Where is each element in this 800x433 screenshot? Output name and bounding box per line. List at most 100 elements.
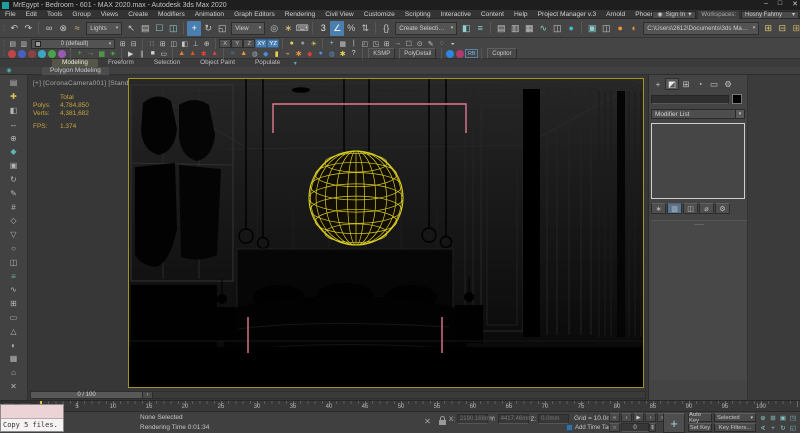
x-coordinate-field[interactable]: 2190.168mm [457, 414, 488, 424]
menu-interactive[interactable]: Interactive [436, 10, 476, 19]
menu-edit[interactable]: Edit [21, 10, 42, 19]
zoom-icon[interactable]: ⊕ [758, 413, 768, 423]
ribbon-tab-selection[interactable]: Selection [144, 59, 190, 67]
select-and-link-icon[interactable]: ∞ [42, 21, 56, 36]
left-tool-4-icon[interactable]: ↔ [2, 117, 26, 131]
frame-spinner[interactable]: ⇕ [649, 423, 656, 432]
yellow-splash-preset-icon[interactable]: ✱ [337, 49, 348, 59]
key-mode-toggle-icon[interactable]: ○ [609, 423, 620, 432]
select-and-move-icon[interactable]: + [187, 21, 201, 36]
toggle-ribbon-icon[interactable]: ▦ [522, 21, 536, 36]
polygon-modeling-panel-tab[interactable]: Polygon Modeling [42, 67, 109, 75]
toolbar-grip[interactable]: ⁞ [3, 39, 5, 48]
splash-preset-icon[interactable]: ✱ [293, 49, 304, 59]
globe-helper-icon[interactable]: ◍ [249, 49, 260, 59]
explosion-preset-icon[interactable]: ✱ [198, 49, 209, 59]
bind-to-space-warp-icon[interactable]: ≈ [70, 21, 84, 36]
cup-liquid-preset-icon[interactable]: ◒ [282, 49, 293, 59]
reference-coordinate-dropdown[interactable]: View▾ [231, 22, 265, 35]
menu-rendering[interactable]: Rendering [280, 10, 320, 19]
pan-view-icon[interactable]: + [768, 423, 778, 433]
open-project-folder-icon[interactable]: ⊟ [775, 21, 789, 36]
create-tab-icon[interactable]: + [651, 78, 665, 90]
large-fire-preset-icon[interactable]: ▲ [187, 49, 198, 59]
set-keys-button[interactable]: + [663, 413, 685, 433]
left-tool-1-icon[interactable]: ▤ [2, 76, 26, 90]
rollout-area[interactable]: ⸺ [651, 220, 747, 380]
keyboard-shortcut-override-icon[interactable]: ⌨ [295, 21, 309, 36]
configure-modifier-sets-icon[interactable]: ⚙ [715, 203, 730, 214]
left-tool-15-icon[interactable]: ≡ [2, 269, 26, 283]
workspace-dropdown[interactable]: Hosny Fahmy ▾ [741, 11, 799, 19]
candle-preset-icon[interactable]: ▮ [271, 49, 282, 59]
maxscript-mini-listener[interactable]: Copy 5 files. [0, 404, 64, 432]
left-tool-18-icon[interactable]: ▭ [2, 311, 26, 325]
sign-in-button[interactable]: ◉ Sign In ▾ [652, 11, 696, 19]
scene-explorer-icon[interactable]: ▤ [494, 21, 508, 36]
left-tool-3-icon[interactable]: ◧ [2, 104, 26, 118]
add-time-tag[interactable]: Add Time Tag [566, 424, 612, 431]
use-pivot-center-icon[interactable]: ◎ [267, 21, 281, 36]
left-tool-20-icon[interactable]: ◐ [2, 338, 26, 352]
rendered-frame-window-icon[interactable]: ◫ [599, 21, 613, 36]
menu-content[interactable]: Content [476, 10, 509, 19]
toolbar-grip[interactable]: ⁞ [3, 49, 5, 58]
mirror-icon[interactable]: ◧ [459, 21, 473, 36]
key-selection-dropdown[interactable]: Selected ▾ [714, 413, 756, 422]
left-tool-16-icon[interactable]: ∿ [2, 283, 26, 297]
phoenix-emit-icon[interactable]: ☀ [107, 49, 118, 59]
time-slider[interactable]: 0 / 100 › [30, 391, 646, 399]
menu-customize[interactable]: Customize [359, 10, 400, 19]
select-by-name-icon[interactable]: ▤ [138, 21, 152, 36]
listener-line[interactable]: Copy 5 files. [1, 419, 63, 432]
align-icon[interactable]: ≡ [473, 21, 487, 36]
viewport-visibility-icon[interactable]: ◉ [4, 67, 14, 74]
motion-tab-icon[interactable]: ◔ [693, 78, 707, 90]
script-sphere-icon[interactable] [446, 50, 454, 58]
unlink-selection-icon[interactable]: ⊗ [56, 21, 70, 36]
project-folder-dropdown[interactable]: C:\Users\2612\Documents\3ds Max 2020▾ [643, 22, 759, 35]
snaps-toggle-3d-icon[interactable]: 3 [316, 21, 330, 36]
sim-pause-icon[interactable]: ∥ [136, 49, 147, 59]
next-frame-icon[interactable]: › [645, 413, 656, 422]
vray-green-icon[interactable] [48, 50, 56, 58]
menu-file[interactable]: File [0, 10, 21, 19]
left-tool-12-icon[interactable]: ▽ [2, 228, 26, 242]
ribbon-tab-object-paint[interactable]: Object Paint [190, 59, 245, 67]
y-coordinate-field[interactable]: 4417.46mm [498, 414, 529, 424]
left-tool-9-icon[interactable]: ✎ [2, 186, 26, 200]
wireframe-sphere-chandelier[interactable] [309, 151, 403, 245]
render-iterative-icon[interactable]: ◐ [627, 21, 641, 36]
copitor-button[interactable]: Copitor [487, 48, 516, 59]
layer-explorer-icon[interactable]: ▥ [508, 21, 522, 36]
vray-cyan-icon[interactable] [38, 50, 46, 58]
menu-modifiers[interactable]: Modifiers [153, 10, 190, 19]
play-animation-icon[interactable]: ▶ [633, 413, 644, 422]
fire-preset-icon[interactable]: ▲ [176, 49, 187, 59]
blood-preset-icon[interactable]: ◆ [304, 49, 315, 59]
orbit-icon[interactable]: ↻ [778, 423, 788, 433]
hierarchy-tab-icon[interactable]: ⊞ [679, 78, 693, 90]
utilities-tab-icon[interactable]: ⚙ [721, 78, 735, 90]
minimize-button[interactable]: – [764, 0, 768, 8]
left-tool-8-icon[interactable]: ↻ [2, 173, 26, 187]
menu-views[interactable]: Views [96, 10, 123, 19]
make-unique-icon[interactable]: ◫ [683, 203, 698, 214]
menu-animation[interactable]: Animation [190, 10, 229, 19]
left-tool-10-icon[interactable]: # [2, 200, 26, 214]
sim-play-icon[interactable]: ▶ [125, 49, 136, 59]
modifier-list-dropdown[interactable]: Modifier List ▾ [651, 109, 745, 119]
go-to-start-icon[interactable]: « [609, 413, 620, 422]
angle-snap-icon[interactable]: ∠ [330, 21, 344, 36]
spinner-snap-icon[interactable]: ⇅ [358, 21, 372, 36]
phoenix-create-icon[interactable]: + [74, 49, 85, 59]
field-of-view-icon[interactable]: ∢ [758, 423, 768, 433]
key-filters-button[interactable]: Key Filters... [714, 423, 756, 432]
menu-civil-view[interactable]: Civil View [320, 10, 358, 19]
left-tool-21-icon[interactable]: ▦ [2, 352, 26, 366]
object-color-swatch[interactable] [732, 94, 742, 104]
window-crossing-toggle-icon[interactable]: ◫ [166, 21, 180, 36]
remove-modifier-icon[interactable]: ⌀ [699, 203, 714, 214]
undo-icon[interactable]: ↶ [7, 21, 21, 36]
zoom-extents-icon[interactable]: ▣ [778, 413, 788, 423]
